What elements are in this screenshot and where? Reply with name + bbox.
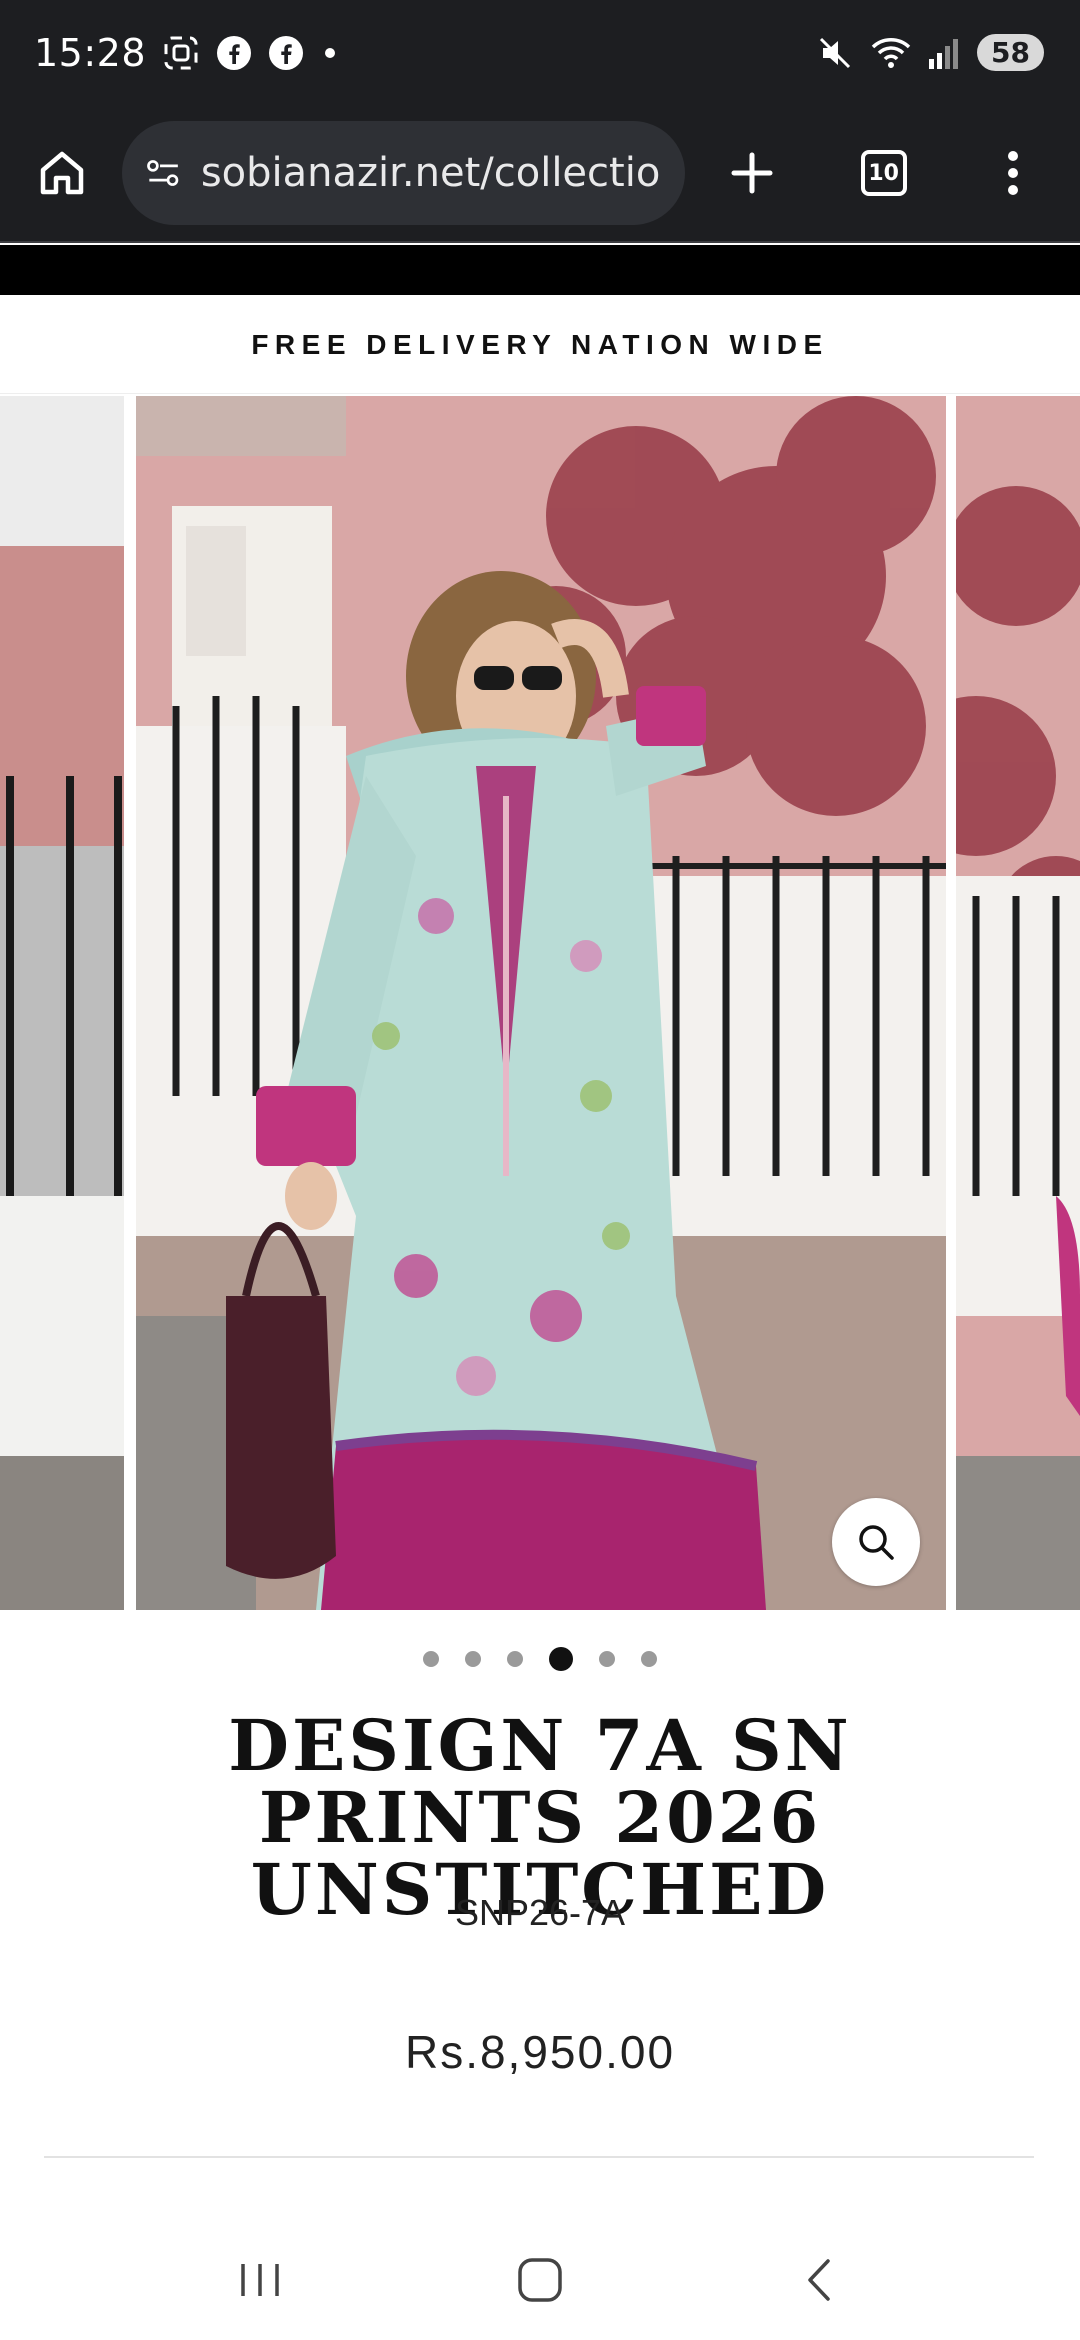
tab-switcher-icon: 10: [860, 150, 907, 196]
product-price: Rs.8,950.00: [404, 2026, 676, 2078]
status-left-group: 15:28: [34, 31, 340, 75]
facebook-icon: [268, 35, 304, 71]
pagination-dot[interactable]: [465, 1651, 481, 1667]
divider: [44, 2156, 1034, 2158]
product-image-previous: [0, 396, 124, 1610]
pagination-dot[interactable]: [599, 1651, 615, 1667]
site-settings-icon[interactable]: [144, 151, 183, 195]
screenshot-icon: [162, 34, 200, 72]
tab-switcher-button[interactable]: 10: [839, 128, 929, 218]
product-image-main: [136, 396, 946, 1610]
new-tab-icon: [731, 152, 773, 194]
home-nav-icon: [518, 2258, 562, 2302]
recent-apps-button[interactable]: [210, 2240, 310, 2320]
pagination-dot-active[interactable]: [549, 1647, 573, 1671]
product-sku: SNP26-7A: [454, 1892, 626, 1933]
site-header-band: [0, 245, 1080, 295]
notification-dot-icon: [320, 43, 340, 63]
url-text[interactable]: sobianazir.net/collections/: [201, 150, 663, 196]
gallery-slide-next[interactable]: [956, 396, 1080, 1610]
status-time: 15:28: [34, 30, 147, 75]
gallery-slide-active[interactable]: [136, 396, 946, 1610]
browser-home-button[interactable]: [22, 133, 102, 213]
product-gallery[interactable]: [0, 396, 1080, 1610]
facebook-icon: [216, 35, 252, 71]
system-nav-bar: [0, 2220, 1080, 2340]
more-menu-button[interactable]: [968, 128, 1058, 218]
browser-toolbar: sobianazir.net/collections/ 10: [0, 105, 1080, 243]
pagination-dot[interactable]: [423, 1651, 439, 1667]
pagination-dot[interactable]: [507, 1651, 523, 1667]
back-button[interactable]: [770, 2240, 870, 2320]
address-bar[interactable]: sobianazir.net/collections/: [121, 121, 686, 225]
system-home-button[interactable]: [490, 2240, 590, 2320]
wifi-icon: [869, 33, 913, 73]
status-right-group: 58: [815, 33, 1044, 73]
home-icon: [40, 151, 84, 195]
gallery-slide-previous[interactable]: [0, 396, 124, 1610]
pagination-dot[interactable]: [641, 1651, 657, 1667]
back-icon: [808, 2259, 830, 2301]
search-icon: [859, 1525, 894, 1560]
battery-indicator: 58: [977, 34, 1044, 71]
announcement-bar: FREE DELIVERY NATION WIDE: [0, 296, 1080, 394]
zoom-button[interactable]: [832, 1498, 920, 1586]
more-menu-icon: [1008, 151, 1019, 195]
recent-apps-icon: [241, 2264, 279, 2296]
signal-icon: [927, 35, 963, 71]
product-image-next: [956, 396, 1080, 1610]
gallery-pagination: [0, 1644, 1080, 1674]
mute-icon: [815, 33, 855, 73]
new-tab-button[interactable]: [707, 128, 797, 218]
status-bar: 15:28 58: [0, 0, 1080, 105]
